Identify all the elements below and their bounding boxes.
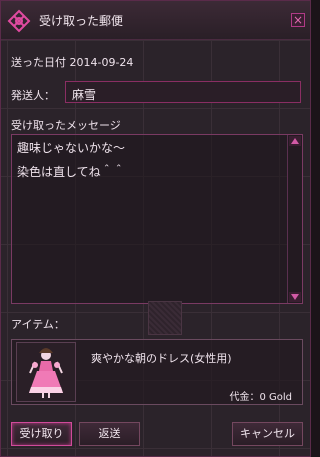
scroll-up-button[interactable]	[289, 136, 301, 146]
item-panel: 爽やかな朝のドレス(女性用) 代金：0 Gold	[11, 339, 303, 405]
knot-emblem-icon	[7, 9, 31, 33]
return-button[interactable]: 返送	[79, 422, 140, 446]
window-title: 受け取った郵便	[39, 14, 124, 28]
sent-date: 送った日付 2014-09-24	[11, 56, 134, 69]
triangle-up-icon	[291, 138, 299, 144]
message-scrollbar[interactable]	[287, 135, 302, 303]
message-line-2: 染色は直してね＾＾	[17, 165, 125, 179]
mail-window: 受け取った郵便 × 送った日付 2014-09-24 発送人： 麻雪 受け取った…	[0, 0, 311, 457]
sender-label: 発送人：	[11, 89, 55, 102]
cancel-button[interactable]: キャンセル	[232, 422, 303, 446]
sender-field: 麻雪	[65, 81, 301, 103]
close-icon: ×	[292, 13, 304, 27]
message-box[interactable]: 趣味じゃないかな〜 染色は直してね＾＾	[11, 134, 303, 304]
triangle-down-icon	[291, 294, 299, 300]
scroll-down-button[interactable]	[289, 292, 301, 302]
item-icon-frame[interactable]	[16, 342, 76, 402]
item-slot	[148, 301, 182, 335]
sender-value: 麻雪	[72, 88, 97, 102]
message-label: 受け取ったメッセージ	[11, 119, 121, 132]
message-line-1: 趣味じゃないかな〜	[17, 141, 126, 155]
item-label: アイテム：	[11, 318, 65, 331]
pink-dress-icon	[29, 348, 63, 398]
receive-button[interactable]: 受け取り	[11, 422, 72, 446]
close-button[interactable]: ×	[291, 13, 305, 27]
title-bar[interactable]: 受け取った郵便 ×	[1, 1, 310, 40]
item-name: 爽やかな朝のドレス(女性用)	[91, 352, 232, 365]
item-price: 代金：0 Gold	[229, 392, 292, 403]
